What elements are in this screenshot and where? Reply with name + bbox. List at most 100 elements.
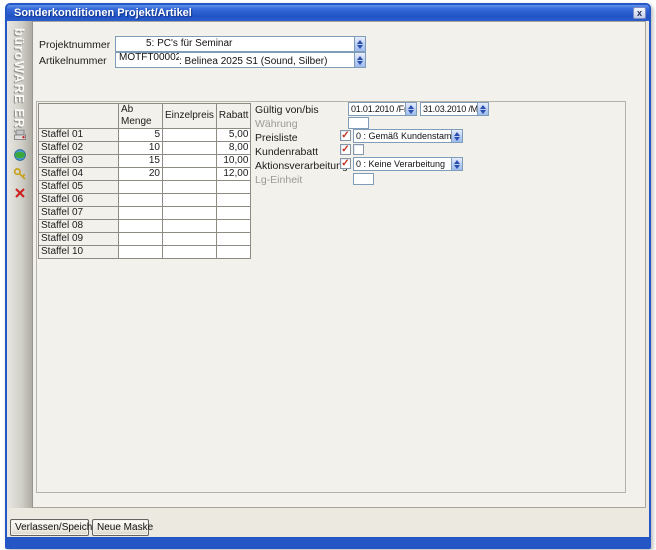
- preis-cell[interactable]: [163, 155, 217, 168]
- delete-icon[interactable]: [13, 186, 27, 200]
- preisliste-checkbox[interactable]: ✓: [340, 130, 351, 141]
- table-row: Staffel 02 10 8,00: [39, 142, 251, 155]
- rabatt-cell[interactable]: 10,00: [216, 155, 250, 168]
- rabatt-cell[interactable]: 5,00: [216, 129, 250, 142]
- table-row: Staffel 05: [39, 181, 251, 194]
- rabatt-cell[interactable]: [216, 207, 250, 220]
- table-row: Staffel 10: [39, 246, 251, 259]
- gueltig-von-value: 01.01.2010 /Fr: [349, 103, 405, 115]
- waehrung-input[interactable]: [348, 117, 369, 129]
- preis-cell[interactable]: [163, 181, 217, 194]
- spinner-icon[interactable]: [477, 103, 488, 115]
- table-row: Staffel 09: [39, 233, 251, 246]
- row-label: Staffel 07: [39, 207, 119, 220]
- rabatt-cell[interactable]: [216, 181, 250, 194]
- gueltig-bis-value: 31.03.2010 /Mi: [421, 103, 477, 115]
- aktionsverarbeitung-label: Aktionsverarbeitung: [255, 160, 348, 172]
- gueltig-label: Gültig von/bis: [255, 104, 319, 116]
- kundenrabatt-checkbox-2[interactable]: [353, 144, 364, 155]
- sidebar-toolbar: [13, 129, 27, 200]
- printer-icon[interactable]: [13, 129, 27, 143]
- rabatt-cell[interactable]: [216, 194, 250, 207]
- preis-cell[interactable]: [163, 142, 217, 155]
- table-row: Staffel 03 15 10,00: [39, 155, 251, 168]
- spinner-icon[interactable]: [354, 37, 365, 51]
- rabatt-cell[interactable]: [216, 220, 250, 233]
- menge-cell[interactable]: 5: [119, 129, 163, 142]
- close-icon[interactable]: x: [633, 7, 646, 19]
- check-icon: ✓: [341, 159, 350, 168]
- row-label: Staffel 01: [39, 129, 119, 142]
- menge-cell[interactable]: 10: [119, 142, 163, 155]
- preis-cell[interactable]: [163, 246, 217, 259]
- preisliste-select[interactable]: 0 : Gemäß Kundenstamm: [353, 129, 463, 143]
- menge-cell[interactable]: [119, 246, 163, 259]
- globe-icon[interactable]: [13, 148, 27, 162]
- row-label: Staffel 08: [39, 220, 119, 233]
- lg-einheit-input[interactable]: [353, 173, 374, 185]
- verlassen-speichern-button[interactable]: Verlassen/Speichern: [10, 519, 89, 536]
- header-rabatt: Rabatt: [216, 104, 250, 129]
- preisliste-value: 0 : Gemäß Kundenstamm: [354, 130, 451, 142]
- table-row: Staffel 04 20 12,00: [39, 168, 251, 181]
- menge-cell[interactable]: [119, 181, 163, 194]
- menge-cell[interactable]: 15: [119, 155, 163, 168]
- menge-cell[interactable]: [119, 207, 163, 220]
- spinner-icon[interactable]: [451, 130, 462, 142]
- form-area: Projektnummer 5: PC's für Seminar Artike…: [33, 21, 646, 508]
- aktionsverarbeitung-checkbox[interactable]: ✓: [340, 158, 351, 169]
- menge-cell[interactable]: 20: [119, 168, 163, 181]
- neue-maske-button[interactable]: Neue Maske: [92, 519, 149, 536]
- lg-einheit-label: Lg-Einheit: [255, 174, 302, 186]
- table-row: Staffel 01 5 5,00: [39, 129, 251, 142]
- row-label: Staffel 06: [39, 194, 119, 207]
- spinner-icon[interactable]: [405, 103, 416, 115]
- projektnummer-label: Projektnummer: [39, 39, 110, 51]
- key-icon[interactable]: [13, 167, 27, 181]
- aktionsverarbeitung-select[interactable]: 0 : Keine Verarbeitung: [353, 157, 463, 171]
- projektnummer-value: 5: PC's für Seminar: [116, 38, 354, 50]
- spinner-icon[interactable]: [354, 53, 365, 67]
- kundenrabatt-checkbox[interactable]: ✓: [340, 144, 351, 155]
- menge-cell[interactable]: [119, 194, 163, 207]
- artikel-code: MOTFT00002: [119, 52, 179, 64]
- rabatt-cell[interactable]: [216, 233, 250, 246]
- menge-cell[interactable]: [119, 220, 163, 233]
- row-label: Staffel 04: [39, 168, 119, 181]
- rabatt-cell[interactable]: 8,00: [216, 142, 250, 155]
- row-label: Staffel 02: [39, 142, 119, 155]
- artikelnummer-value: MOTFT00002: Belinea 2025 S1 (Sound, Silb…: [116, 52, 354, 68]
- preis-cell[interactable]: [163, 220, 217, 233]
- staffel-table: Ab Menge Einzelpreis Rabatt Staffel 01 5…: [38, 103, 251, 259]
- gueltig-von-field[interactable]: 01.01.2010 /Fr: [348, 102, 417, 116]
- aktionsverarbeitung-value: 0 : Keine Verarbeitung: [354, 158, 451, 170]
- kundenrabatt-label: Kundenrabatt: [255, 146, 318, 158]
- check-icon: ✓: [341, 145, 350, 154]
- table-row: Staffel 08: [39, 220, 251, 233]
- gueltig-bis-field[interactable]: 31.03.2010 /Mi: [420, 102, 489, 116]
- preis-cell[interactable]: [163, 168, 217, 181]
- preis-cell[interactable]: [163, 194, 217, 207]
- titlebar[interactable]: Sonderkonditionen Projekt/Artikel x: [7, 5, 649, 21]
- projektnummer-select[interactable]: 5: PC's für Seminar: [115, 36, 366, 52]
- waehrung-label: Währung: [255, 118, 298, 130]
- preis-cell[interactable]: [163, 129, 217, 142]
- table-row: Staffel 06: [39, 194, 251, 207]
- header-empty: [39, 104, 119, 129]
- client-area: büroWARE ERP Projektnummer: [7, 21, 649, 537]
- window-title: Sonderkonditionen Projekt/Artikel: [14, 5, 633, 21]
- preis-cell[interactable]: [163, 233, 217, 246]
- sidebar: büroWARE ERP: [7, 21, 33, 508]
- row-label: Staffel 10: [39, 246, 119, 259]
- rabatt-cell[interactable]: [216, 246, 250, 259]
- artikelnummer-select[interactable]: MOTFT00002: Belinea 2025 S1 (Sound, Silb…: [115, 52, 366, 68]
- menge-cell[interactable]: [119, 233, 163, 246]
- rabatt-cell[interactable]: 12,00: [216, 168, 250, 181]
- row-label: Staffel 03: [39, 155, 119, 168]
- row-label: Staffel 05: [39, 181, 119, 194]
- preisliste-label: Preisliste: [255, 132, 298, 144]
- dialog-window: Sonderkonditionen Projekt/Artikel x büro…: [5, 3, 651, 549]
- artikel-desc: : Belinea 2025 S1 (Sound, Silber): [179, 56, 327, 67]
- preis-cell[interactable]: [163, 207, 217, 220]
- spinner-icon[interactable]: [451, 158, 462, 170]
